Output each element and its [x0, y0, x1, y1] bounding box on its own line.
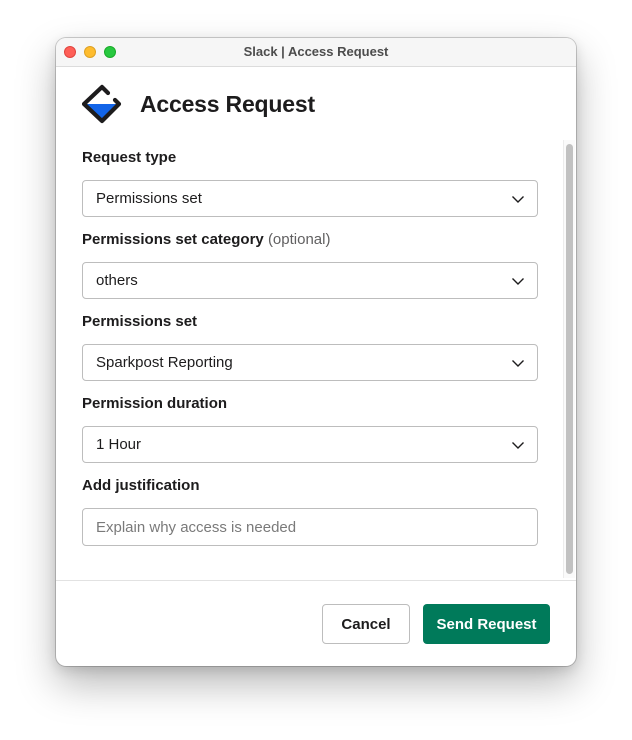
- justification-label: Add justification: [82, 477, 200, 494]
- permissions-set-label: Permissions set: [82, 313, 198, 330]
- access-request-logo-icon: [82, 84, 122, 124]
- justification-input[interactable]: [82, 508, 538, 546]
- modal-header: Access Request: [82, 84, 315, 124]
- window-title: Slack | Access Request: [243, 44, 389, 59]
- form-body: Request type Permissions set Permissions…: [82, 148, 540, 559]
- optional-hint: (optional): [267, 231, 331, 248]
- permissions-set-value: Sparkpost Reporting: [96, 354, 233, 371]
- footer-divider: [56, 580, 576, 581]
- scrollbar[interactable]: [563, 140, 575, 578]
- category-label: Permissions set category (optional): [82, 230, 540, 250]
- chevron-down-icon: [512, 442, 524, 449]
- modal-title: Access Request: [140, 90, 315, 117]
- permissions-set-select[interactable]: Sparkpost Reporting: [82, 344, 538, 381]
- send-request-button[interactable]: Send Request: [423, 604, 550, 644]
- category-field: Permissions set category (optional) othe…: [82, 230, 540, 299]
- scrollbar-thumb[interactable]: [566, 144, 573, 574]
- category-select[interactable]: others: [82, 262, 538, 299]
- chevron-down-icon: [512, 196, 524, 203]
- cancel-button[interactable]: Cancel: [322, 604, 410, 644]
- title-bar: Slack | Access Request: [56, 38, 576, 67]
- chevron-down-icon: [512, 278, 524, 285]
- access-request-window: Slack | Access Request Access Request Re…: [56, 38, 576, 666]
- duration-value: 1 Hour: [96, 436, 142, 453]
- duration-select[interactable]: 1 Hour: [82, 426, 538, 463]
- justification-field: Add justification: [82, 476, 540, 546]
- chevron-down-icon: [512, 360, 524, 367]
- request-type-select[interactable]: Permissions set: [82, 180, 538, 217]
- request-type-value: Permissions set: [96, 190, 202, 207]
- category-value: others: [96, 272, 138, 289]
- duration-field: Permission duration 1 Hour: [82, 394, 540, 463]
- permissions-set-field: Permissions set Sparkpost Reporting: [82, 312, 540, 381]
- category-label-text: Permissions set category: [82, 231, 264, 248]
- request-type-label: Request type: [82, 149, 177, 166]
- duration-label: Permission duration: [82, 395, 228, 412]
- request-type-field: Request type Permissions set: [82, 148, 540, 217]
